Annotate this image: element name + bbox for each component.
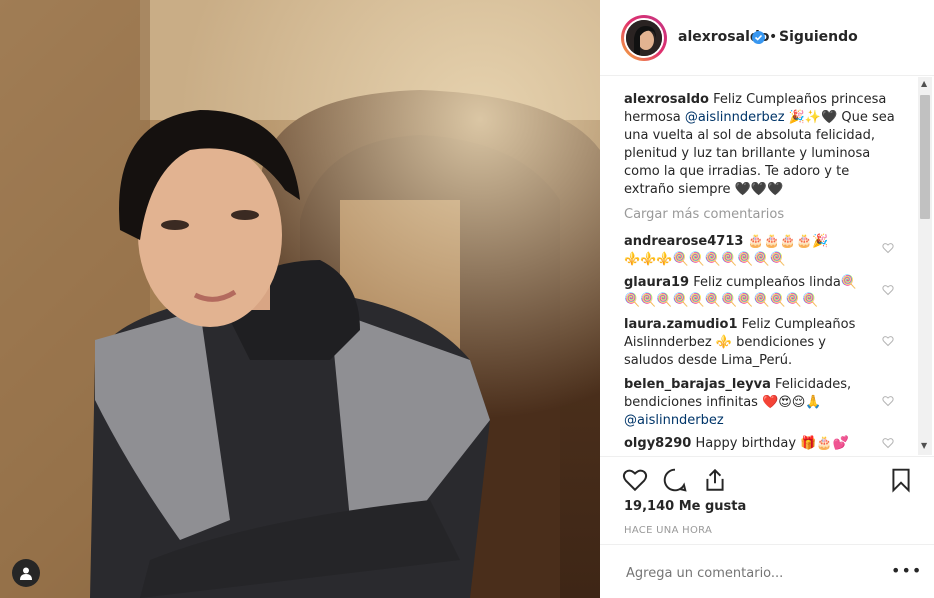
- post-detail-panel: alexrosaldo • Siguiendo alexrosaldo Feli…: [600, 0, 934, 598]
- comment-username[interactable]: andrearose4713: [624, 234, 743, 249]
- post-timestamp: HACE UNA HORA: [624, 525, 713, 536]
- comment-like-heart-icon[interactable]: [882, 242, 894, 254]
- caption-mention[interactable]: @aislinnderbez: [685, 110, 785, 125]
- header-separator: •: [769, 29, 778, 45]
- comment-username[interactable]: belen_barajas_leyva: [624, 377, 771, 392]
- follow-status-button[interactable]: Siguiendo: [779, 29, 858, 45]
- comment-username[interactable]: olgy8290: [624, 436, 691, 451]
- caption-username[interactable]: alexrosaldo: [624, 92, 709, 107]
- bookmark-icon[interactable]: [888, 467, 914, 493]
- comment-like-heart-icon[interactable]: [882, 284, 894, 296]
- action-bar: [600, 456, 934, 500]
- avatar[interactable]: [624, 18, 664, 58]
- comment-text: Happy birthday 🎁🎂💕: [695, 436, 849, 451]
- heart-icon[interactable]: [622, 467, 648, 493]
- load-more-comments-button[interactable]: Cargar más comentarios: [624, 207, 784, 222]
- comment-item: olgy8290 Happy birthday 🎁🎂💕: [624, 435, 872, 453]
- post-image: [0, 0, 600, 598]
- like-count[interactable]: 19,140 Me gusta: [624, 499, 746, 514]
- comment-item: belen_barajas_leyva Felicidades, bendici…: [624, 376, 872, 430]
- comment-input[interactable]: [624, 565, 868, 582]
- comments-scrollbar[interactable]: ▲ ▼: [918, 77, 932, 455]
- post-caption: alexrosaldo Feliz Cumpleaños princesa he…: [624, 91, 896, 199]
- add-comment-bar: •••: [600, 544, 934, 598]
- more-options-icon[interactable]: •••: [891, 561, 922, 580]
- comment-like-heart-icon[interactable]: [882, 335, 894, 347]
- user-tag-icon[interactable]: [12, 559, 40, 587]
- comment-item: andrearose4713 🎂🎂🎂🎂🎉⚜️⚜️⚜️🍭🍭🍭🍭🍭🍭🍭: [624, 233, 872, 269]
- comments-list[interactable]: alexrosaldo Feliz Cumpleaños princesa he…: [600, 77, 934, 455]
- comment-username[interactable]: laura.zamudio1: [624, 317, 737, 332]
- comment-icon[interactable]: [662, 467, 688, 493]
- verified-icon: [752, 31, 765, 44]
- scroll-up-icon[interactable]: ▲: [921, 79, 927, 88]
- scroll-down-icon[interactable]: ▼: [921, 441, 927, 450]
- post-photo[interactable]: [0, 0, 600, 598]
- comment-item: laura.zamudio1 Feliz Cumpleaños Aislinnd…: [624, 316, 872, 370]
- post-header: alexrosaldo • Siguiendo: [600, 0, 934, 76]
- comment-like-heart-icon[interactable]: [882, 437, 894, 449]
- share-icon[interactable]: [702, 467, 728, 493]
- scrollbar-thumb[interactable]: [920, 95, 930, 219]
- comment-item: glaura19 Feliz cumpleaños linda🍭🍭🍭🍭🍭🍭🍭🍭🍭…: [624, 274, 872, 310]
- comment-username[interactable]: glaura19: [624, 275, 689, 290]
- comment-mention[interactable]: @aislinnderbez: [624, 413, 724, 428]
- comment-like-heart-icon[interactable]: [882, 395, 894, 407]
